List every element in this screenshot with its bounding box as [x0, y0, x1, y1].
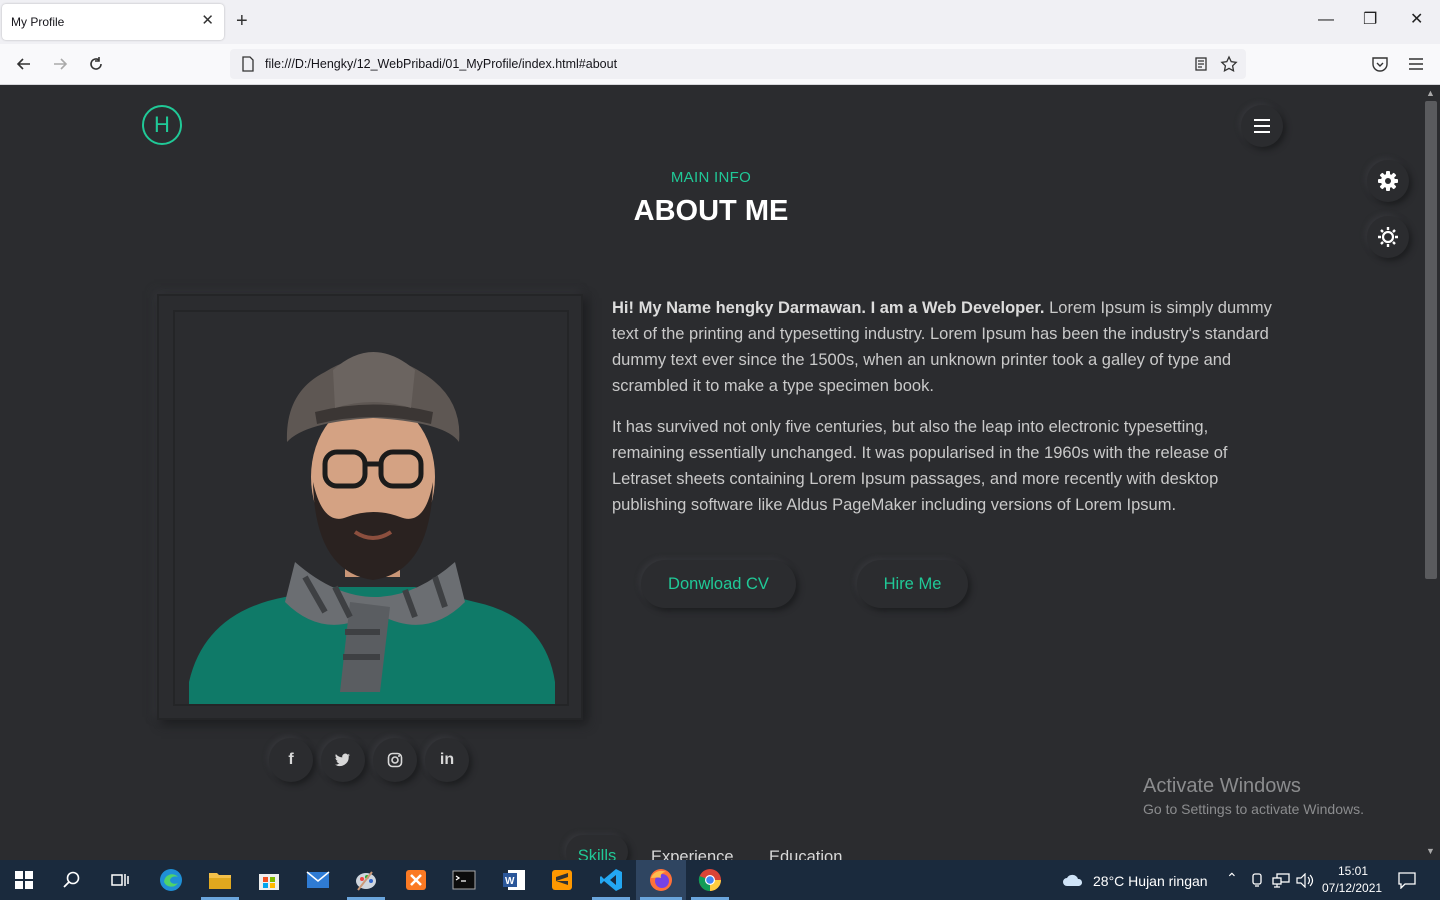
site-logo[interactable]: H [142, 105, 182, 145]
edge-icon [160, 869, 182, 891]
xampp-icon [406, 870, 426, 890]
page-scrollbar[interactable]: ▲ ▼ [1422, 85, 1440, 860]
instagram-button[interactable] [373, 738, 417, 782]
address-bar[interactable]: file:///D:/Hengky/12_WebPribadi/01_MyPro… [230, 49, 1246, 79]
reload-icon [90, 57, 102, 70]
back-arrow-icon [16, 58, 30, 70]
page-icon [242, 56, 254, 72]
facebook-icon: f [288, 751, 294, 768]
new-tab-button[interactable]: + [236, 11, 248, 31]
vscode-taskbar-button[interactable] [597, 866, 625, 894]
windows-logo-icon [15, 871, 33, 889]
mail-taskbar-button[interactable] [304, 866, 332, 894]
restore-button[interactable]: ❐ [1363, 10, 1377, 30]
reader-view-icon[interactable] [1193, 56, 1209, 72]
firefox-icon [650, 869, 672, 891]
pocket-icon[interactable] [1371, 56, 1389, 73]
vscode-icon [600, 869, 622, 891]
tray-chevron-icon[interactable]: ⌃ [1226, 870, 1238, 887]
store-taskbar-button[interactable] [255, 866, 283, 894]
firefox-taskbar-button[interactable] [647, 866, 675, 894]
notification-icon[interactable] [1398, 872, 1416, 889]
task-view-icon [111, 874, 129, 886]
word-icon: W [503, 870, 525, 890]
scroll-thumb[interactable] [1425, 101, 1437, 579]
linkedin-icon: in [439, 751, 455, 768]
forward-button[interactable] [48, 52, 72, 76]
chrome-taskbar-button[interactable] [696, 866, 724, 894]
download-cv-button[interactable]: Donwload CV [641, 560, 796, 608]
edge-taskbar-button[interactable] [157, 866, 185, 894]
portrait-illustration [175, 312, 567, 704]
about-description: Hi! My Name hengky Darmawan. I am a Web … [612, 295, 1272, 533]
start-button[interactable] [10, 866, 38, 894]
terminal-icon [452, 870, 476, 890]
close-window-button[interactable]: ✕ [1410, 10, 1423, 30]
section-title: ABOUT ME [633, 195, 789, 227]
search-icon [63, 871, 80, 888]
bookmark-star-icon[interactable] [1220, 55, 1238, 73]
clock-date[interactable]: 07/12/2021 [1322, 881, 1382, 895]
word-taskbar-button[interactable]: W [500, 866, 528, 894]
intro-bold: Hi! My Name hengky Darmawan. I am a Web … [612, 299, 1045, 317]
weather-text[interactable]: 28°C Hujan ringan [1093, 873, 1208, 889]
paint-taskbar-button[interactable] [352, 866, 380, 894]
forward-arrow-icon [54, 58, 68, 70]
facebook-button[interactable]: f [269, 738, 313, 782]
twitter-icon [335, 753, 350, 767]
browser-nav-bar: file:///D:/Hengky/12_WebPribadi/01_MyPro… [0, 44, 1440, 85]
sun-icon [1378, 227, 1398, 247]
sublime-text-icon [552, 870, 572, 890]
section-subtitle: MAIN INFO [670, 169, 752, 186]
about-paragraph-2: It has survived not only five centuries,… [612, 418, 1228, 514]
tab-experience[interactable]: Experience [651, 848, 734, 860]
browser-tab-bar: My Profile ✕ + — ❐ ✕ [0, 0, 1440, 44]
chrome-icon [698, 869, 721, 891]
hamburger-menu-button[interactable] [1241, 105, 1283, 147]
folder-icon [209, 873, 231, 889]
tab-skills[interactable]: Skills [566, 835, 628, 860]
instagram-icon [387, 752, 403, 768]
reload-button[interactable] [84, 52, 108, 76]
clock-time[interactable]: 15:01 [1338, 864, 1368, 878]
network-icon[interactable] [1272, 873, 1290, 888]
linkedin-button[interactable]: in [425, 738, 469, 782]
activate-windows-title: Activate Windows [1143, 775, 1301, 797]
volume-icon[interactable] [1296, 873, 1314, 888]
profile-photo-frame [157, 294, 583, 720]
file-explorer-taskbar-button[interactable] [206, 866, 234, 894]
terminal-taskbar-button[interactable] [450, 866, 478, 894]
search-button[interactable] [58, 866, 86, 894]
tab-my-profile[interactable]: My Profile ✕ [2, 4, 224, 40]
mail-icon [306, 871, 330, 888]
scroll-up-icon[interactable]: ▲ [1426, 88, 1435, 98]
task-view-button[interactable] [106, 866, 134, 894]
windows-taskbar: W 28°C Hujan ringan ⌃ 15:01 07/12/2021 [0, 860, 1440, 900]
xampp-taskbar-button[interactable] [402, 866, 430, 894]
tab-close-icon[interactable]: ✕ [201, 13, 214, 29]
hamburger-icon [1254, 119, 1270, 133]
twitter-button[interactable] [321, 738, 365, 782]
tab-education[interactable]: Education [769, 848, 842, 860]
sublime-taskbar-button[interactable] [548, 866, 576, 894]
scroll-down-icon[interactable]: ▼ [1426, 846, 1435, 856]
profile-photo [173, 310, 569, 706]
device-icon[interactable] [1251, 873, 1263, 888]
weather-cloud-icon[interactable] [1062, 872, 1084, 888]
store-icon [259, 874, 279, 890]
app-menu-icon[interactable] [1408, 57, 1424, 71]
activate-windows-subtitle: Go to Settings to activate Windows. [1143, 801, 1364, 817]
paint-icon [356, 871, 376, 891]
tab-title: My Profile [11, 15, 65, 29]
minimize-button[interactable]: — [1318, 10, 1334, 30]
svg-text:W: W [505, 876, 515, 887]
hire-me-button[interactable]: Hire Me [857, 560, 968, 608]
about-paragraph-1: Hi! My Name hengky Darmawan. I am a Web … [612, 295, 1272, 399]
url-text: file:///D:/Hengky/12_WebPribadi/01_MyPro… [265, 57, 618, 71]
page-viewport: H MAIN INFO ABOUT ME f in Hi! My Name he… [0, 85, 1422, 860]
back-button[interactable] [12, 52, 36, 76]
